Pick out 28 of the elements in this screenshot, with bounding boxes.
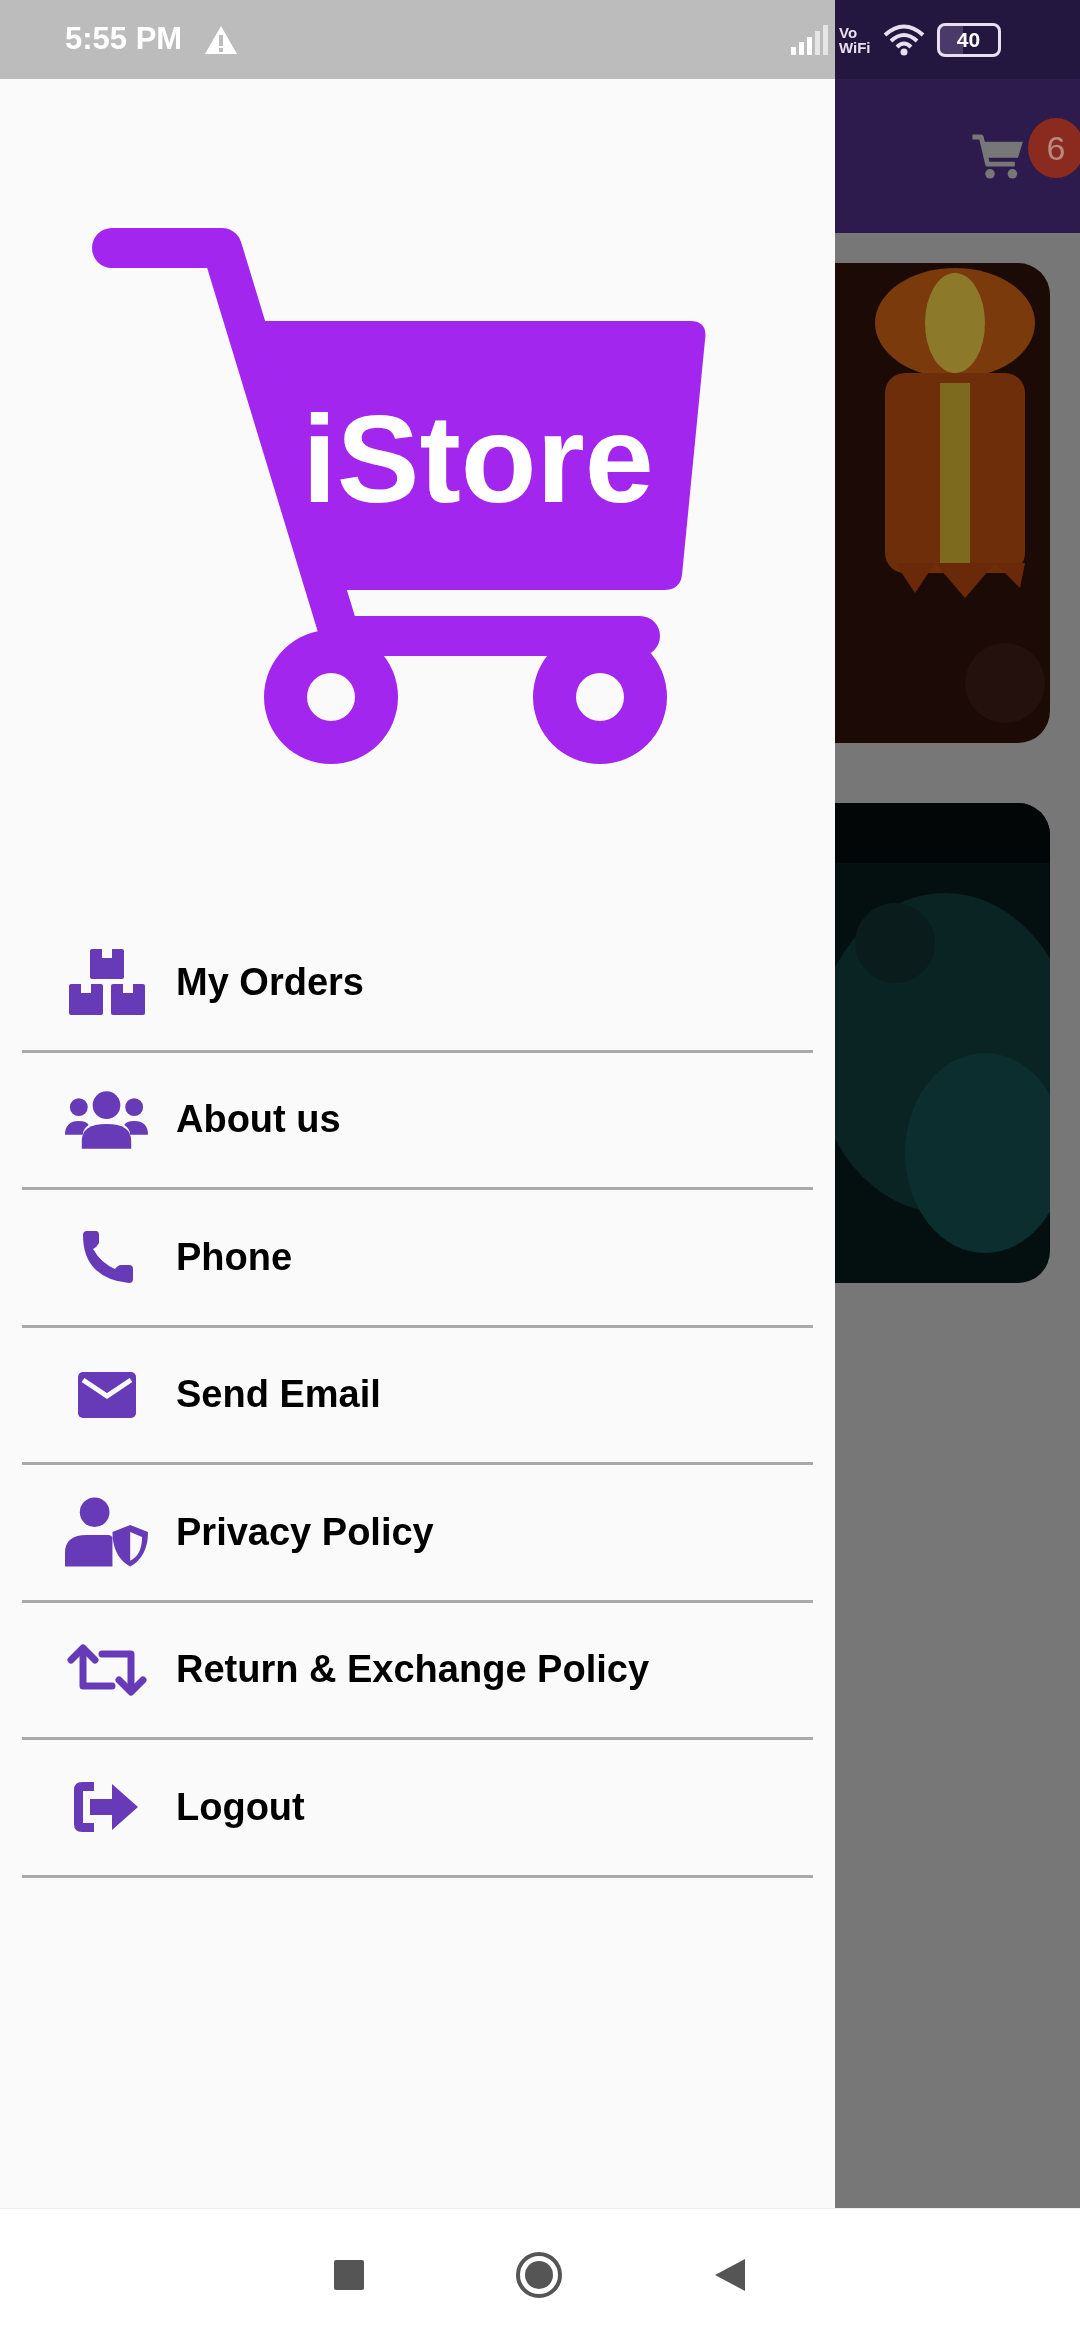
cart-count-badge: 6	[1028, 118, 1080, 178]
exit-arrow-icon	[73, 1782, 140, 1833]
menu-item[interactable]: Send Email	[22, 1327, 813, 1465]
wifi-icon	[882, 23, 925, 56]
envelope-icon	[77, 1371, 136, 1418]
swap-arrows-icon	[65, 1643, 148, 1696]
menu-item[interactable]: Phone	[22, 1190, 813, 1328]
menu-item[interactable]: Logout	[22, 1740, 813, 1878]
menu-item[interactable]: Privacy Policy	[22, 1465, 813, 1603]
cart-logo-icon	[92, 228, 706, 764]
user-shield-icon	[65, 1497, 148, 1568]
warning-icon	[204, 24, 239, 55]
wifi-label: WiFi	[839, 39, 871, 55]
status-time: 5:55 PM	[65, 20, 183, 59]
recents-button[interactable]	[333, 2258, 365, 2291]
signal-icon	[791, 24, 829, 55]
menu-item[interactable]: My Orders	[22, 915, 813, 1053]
menu-item[interactable]: Return & Exchange Policy	[22, 1602, 813, 1740]
cart-icon[interactable]	[970, 132, 1026, 182]
logo-text: iStore	[302, 390, 654, 528]
people-icon	[65, 1090, 148, 1149]
menu-item[interactable]: About us	[22, 1052, 813, 1190]
phone-icon	[80, 1231, 133, 1284]
vo-label: Vo	[839, 24, 859, 40]
home-button[interactable]	[515, 2250, 563, 2299]
battery-level: 40	[936, 22, 1001, 57]
back-button[interactable]	[713, 2256, 747, 2293]
boxes-icon	[68, 949, 145, 1016]
